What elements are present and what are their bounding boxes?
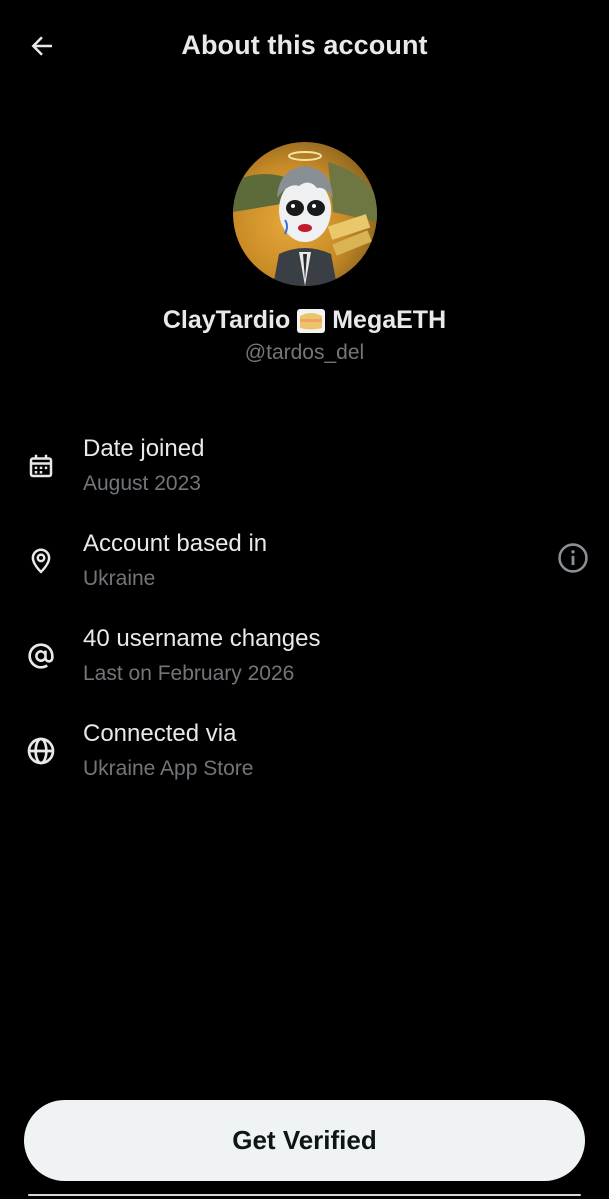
username-handle: @tardos_del <box>244 341 365 364</box>
top-bar: About this account <box>0 0 609 96</box>
calendar-icon <box>24 449 58 483</box>
info-item-username-changes: 40 username changes Last on February 202… <box>0 615 609 710</box>
display-name-first: ClayTardio <box>162 306 291 334</box>
get-verified-button[interactable]: Get Verified <box>24 1100 585 1181</box>
info-title: Connected via <box>83 720 237 747</box>
display-name-second: MegaETH <box>332 306 447 334</box>
info-item-account-based-in: Account based in Ukraine <box>0 520 609 615</box>
location-pin-icon <box>24 544 58 578</box>
account-info-list: Date joined August 2023 Account based in… <box>0 425 609 805</box>
display-name: ClayTardio MegaETH <box>0 306 609 335</box>
avatar[interactable] <box>233 142 377 286</box>
info-subtitle: Ukraine <box>83 567 156 590</box>
globe-icon <box>24 734 58 768</box>
info-subtitle: August 2023 <box>83 472 201 495</box>
info-subtitle: Ukraine App Store <box>83 757 254 780</box>
info-title: Date joined <box>83 435 205 462</box>
info-subtitle: Last on February 2026 <box>83 662 295 685</box>
info-title: 40 username changes <box>83 625 321 652</box>
at-sign-icon <box>24 639 58 673</box>
info-item-date-joined: Date joined August 2023 <box>0 425 609 520</box>
account-location-info-button[interactable] <box>555 542 591 578</box>
home-indicator <box>28 1194 581 1196</box>
info-circle-icon <box>556 541 590 580</box>
info-item-connected-via: Connected via Ukraine App Store <box>0 710 609 805</box>
page-title: About this account <box>181 30 428 60</box>
sandwich-emoji-icon <box>296 308 326 334</box>
info-title: Account based in <box>83 530 268 557</box>
